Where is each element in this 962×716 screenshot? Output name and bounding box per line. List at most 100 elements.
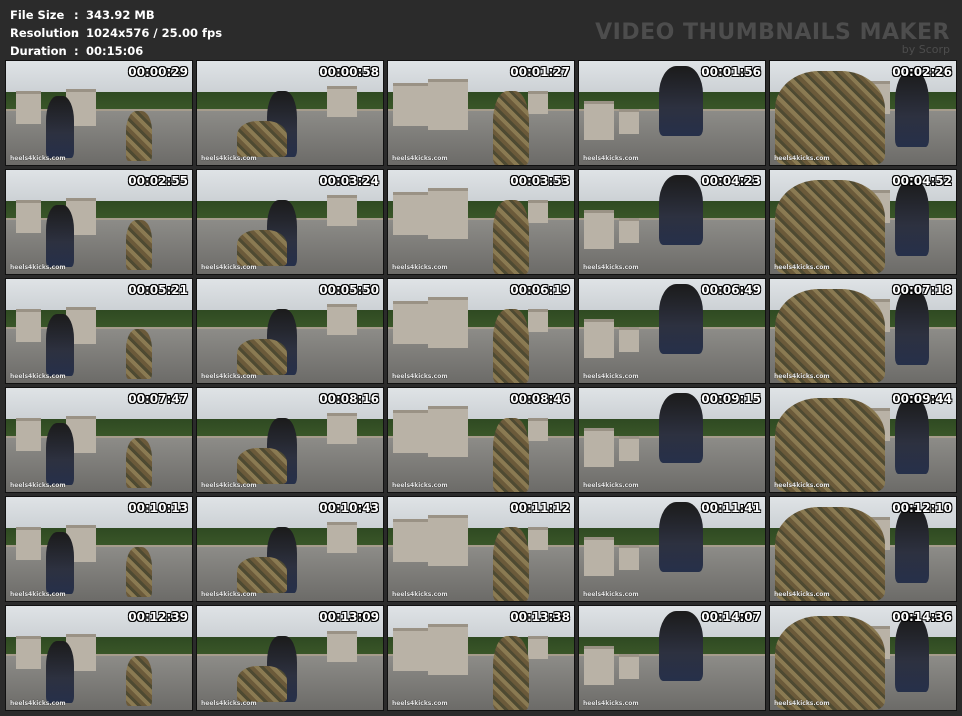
file-size-value: 343.92 MB [86, 8, 155, 22]
thumbnail-watermark: heels4kicks.com [10, 482, 66, 489]
video-thumbnail[interactable]: 00:01:56 heels4kicks.com [578, 60, 766, 166]
figure-dark-clothing [659, 393, 703, 463]
figure-dark-clothing [659, 502, 703, 572]
figure-dark-clothing [46, 532, 74, 594]
video-thumbnail[interactable]: 00:10:43 heels4kicks.com [196, 496, 384, 602]
thumbnail-timestamp: 00:00:29 [128, 65, 188, 79]
video-thumbnail[interactable]: 00:06:49 heels4kicks.com [578, 278, 766, 384]
thumbnail-timestamp: 00:02:26 [892, 65, 952, 79]
video-thumbnail[interactable]: 00:11:12 heels4kicks.com [387, 496, 575, 602]
video-thumbnail[interactable]: 00:03:24 heels4kicks.com [196, 169, 384, 275]
rooftop-structure [16, 527, 41, 560]
figure-dark-clothing [895, 398, 929, 474]
thumbnail-timestamp: 00:02:55 [128, 174, 188, 188]
thumbnail-watermark: heels4kicks.com [774, 264, 830, 271]
figure-camouflage [237, 666, 287, 702]
rooftop-structure [528, 309, 548, 332]
video-thumbnail[interactable]: 00:09:15 heels4kicks.com [578, 387, 766, 493]
resolution-row: Resolution : 1024x576 / 25.00 fps [10, 24, 222, 42]
thumbnail-timestamp: 00:04:23 [701, 174, 761, 188]
rooftop-structure [428, 624, 468, 675]
video-thumbnail[interactable]: 00:13:09 heels4kicks.com [196, 605, 384, 711]
video-thumbnail[interactable]: 00:05:21 heels4kicks.com [5, 278, 193, 384]
video-thumbnail[interactable]: 00:00:58 heels4kicks.com [196, 60, 384, 166]
thumbnail-timestamp: 00:14:07 [701, 610, 761, 624]
video-thumbnail[interactable]: 00:07:18 heels4kicks.com [769, 278, 957, 384]
figure-dark-clothing [659, 175, 703, 245]
thumbnail-watermark: heels4kicks.com [774, 373, 830, 380]
rooftop-structure [584, 319, 614, 358]
rooftop-structure [619, 545, 639, 570]
rooftop-structure [528, 200, 548, 223]
video-thumbnail[interactable]: 00:02:55 heels4kicks.com [5, 169, 193, 275]
thumbnail-watermark: heels4kicks.com [10, 373, 66, 380]
thumbnail-watermark: heels4kicks.com [201, 264, 257, 271]
video-thumbnail[interactable]: 00:03:53 heels4kicks.com [387, 169, 575, 275]
brand-watermark: VIDEO THUMBNAILS MAKER by Scorp [595, 20, 950, 56]
figure-camouflage [775, 71, 885, 165]
rooftop-structure [584, 646, 614, 685]
figure-camouflage [493, 91, 529, 165]
video-thumbnail[interactable]: 00:14:07 heels4kicks.com [578, 605, 766, 711]
rooftop-structure [584, 428, 614, 467]
video-thumbnail[interactable]: 00:01:27 heels4kicks.com [387, 60, 575, 166]
video-thumbnail[interactable]: 00:00:29 heels4kicks.com [5, 60, 193, 166]
rooftop-structure [327, 522, 357, 553]
thumbnail-timestamp: 00:13:09 [319, 610, 379, 624]
thumbnail-watermark: heels4kicks.com [583, 591, 639, 598]
duration-value: 00:15:06 [86, 44, 144, 58]
thumbnail-watermark: heels4kicks.com [583, 373, 639, 380]
rooftop-structure [428, 188, 468, 239]
thumbnail-timestamp: 00:12:10 [892, 501, 952, 515]
rooftop-structure [16, 200, 41, 233]
figure-dark-clothing [659, 66, 703, 136]
video-thumbnail[interactable]: 00:11:41 heels4kicks.com [578, 496, 766, 602]
rooftop-structure [16, 91, 41, 124]
rooftop-structure [327, 86, 357, 117]
video-thumbnail[interactable]: 00:08:16 heels4kicks.com [196, 387, 384, 493]
thumbnail-watermark: heels4kicks.com [392, 155, 448, 162]
video-thumbnail[interactable]: 00:10:13 heels4kicks.com [5, 496, 193, 602]
video-thumbnail[interactable]: 00:12:10 heels4kicks.com [769, 496, 957, 602]
figure-dark-clothing [895, 180, 929, 256]
thumbnail-watermark: heels4kicks.com [10, 700, 66, 707]
figure-camouflage [493, 636, 529, 710]
thumbnail-watermark: heels4kicks.com [774, 155, 830, 162]
video-thumbnail[interactable]: 00:06:19 heels4kicks.com [387, 278, 575, 384]
thumbnail-watermark: heels4kicks.com [392, 591, 448, 598]
figure-dark-clothing [895, 507, 929, 583]
thumbnail-timestamp: 00:09:15 [701, 392, 761, 406]
file-size-label: File Size [10, 8, 65, 22]
thumbnail-timestamp: 00:04:52 [892, 174, 952, 188]
thumbnail-timestamp: 00:05:50 [319, 283, 379, 297]
video-thumbnail[interactable]: 00:14:36 heels4kicks.com [769, 605, 957, 711]
rooftop-structure [428, 515, 468, 566]
video-thumbnail[interactable]: 00:07:47 heels4kicks.com [5, 387, 193, 493]
video-thumbnail[interactable]: 00:04:52 heels4kicks.com [769, 169, 957, 275]
thumbnail-timestamp: 00:12:39 [128, 610, 188, 624]
figure-camouflage [126, 547, 152, 597]
rooftop-structure [327, 304, 357, 335]
video-thumbnail[interactable]: 00:04:23 heels4kicks.com [578, 169, 766, 275]
separator: : [74, 8, 79, 22]
thumbnail-timestamp: 00:01:27 [510, 65, 570, 79]
video-thumbnail[interactable]: 00:13:38 heels4kicks.com [387, 605, 575, 711]
rooftop-structure [16, 418, 41, 451]
video-thumbnail[interactable]: 00:08:46 heels4kicks.com [387, 387, 575, 493]
thumbnail-timestamp: 00:10:13 [128, 501, 188, 515]
rooftop-structure [327, 195, 357, 226]
thumbnail-watermark: heels4kicks.com [201, 482, 257, 489]
file-info-panel: File Size : 343.92 MB Resolution : 1024x… [10, 6, 222, 60]
video-thumbnail[interactable]: 00:12:39 heels4kicks.com [5, 605, 193, 711]
video-thumbnail[interactable]: 00:05:50 heels4kicks.com [196, 278, 384, 384]
thumbnail-watermark: heels4kicks.com [10, 155, 66, 162]
thumbnail-watermark: heels4kicks.com [10, 591, 66, 598]
thumbnail-timestamp: 00:11:41 [701, 501, 761, 515]
duration-row: Duration : 00:15:06 [10, 42, 222, 60]
video-thumbnail[interactable]: 00:09:44 heels4kicks.com [769, 387, 957, 493]
rooftop-structure [528, 527, 548, 550]
thumbnail-watermark: heels4kicks.com [10, 264, 66, 271]
video-thumbnail[interactable]: 00:02:26 heels4kicks.com [769, 60, 957, 166]
figure-dark-clothing [895, 616, 929, 692]
figure-dark-clothing [659, 611, 703, 681]
